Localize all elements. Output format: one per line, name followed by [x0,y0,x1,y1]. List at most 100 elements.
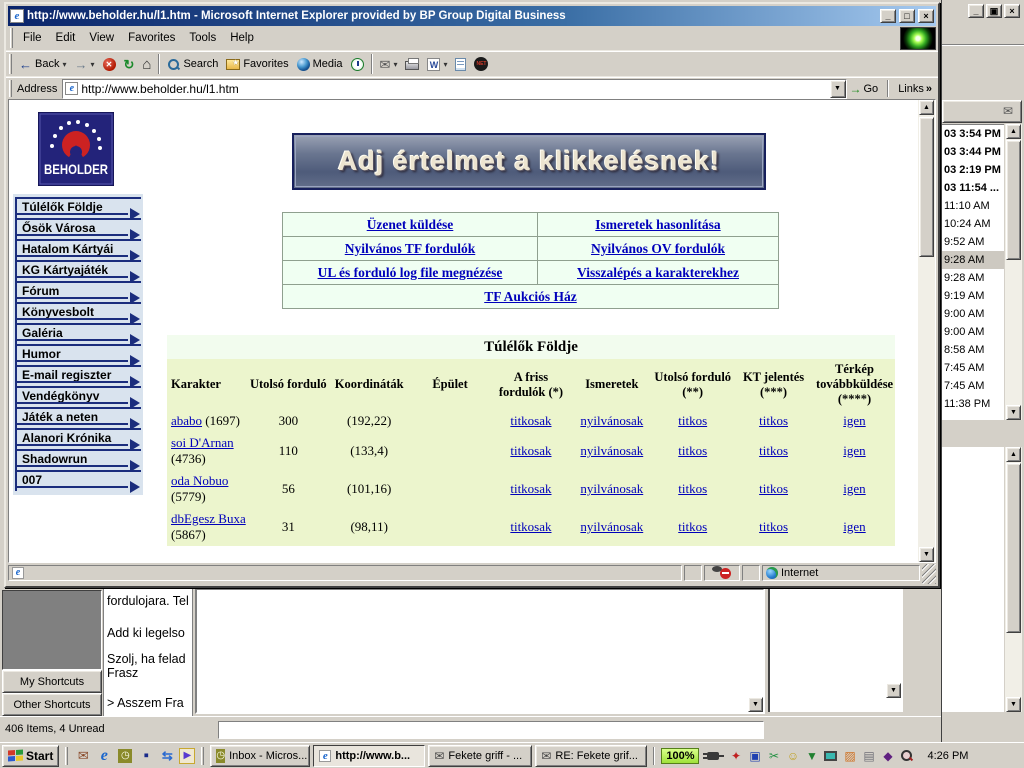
home-button[interactable]: ⌂ [138,56,155,73]
scroll-up-icon[interactable]: ▲ [919,100,934,115]
sidebar-item-jatek-a-neten[interactable]: Játék a neten [15,407,141,428]
sidebar-item-humor[interactable]: Humor [15,344,141,365]
media-button[interactable]: Media [293,56,347,73]
ad-banner[interactable]: Adj értelmet a klikkelésnek! [292,133,766,190]
chevron-down-icon[interactable]: ▾ [90,60,94,69]
address-input[interactable]: e http://www.beholder.hu/l1.htm ▼ [62,79,846,99]
fresh-turns-link[interactable]: titkosak [510,519,551,534]
list-item[interactable]: 10:24 AM [942,215,1004,233]
list-item[interactable]: 8:58 AM [942,341,1004,359]
map-forward-link[interactable]: igen [843,481,865,496]
link-nyilvanos-ov-fordulok[interactable]: Nyilvános OV fordulók [591,241,725,256]
task-button-ie-active[interactable]: e http://www.b... [313,745,425,767]
sidebar-item-tulelok-foldje[interactable]: Túlélők Földje [15,197,141,218]
toolbar-grip[interactable] [9,54,12,73]
sidebar-item-hatalom-kartyai[interactable]: Hatalom Kártyái [15,239,141,260]
quicklaunch-ie-icon[interactable]: e [95,747,113,765]
tray-scissors-icon[interactable]: ✂ [766,748,781,763]
ie-title-bar[interactable]: e http://www.beholder.hu/l1.htm - Micros… [8,6,936,26]
list-item[interactable]: 9:52 AM [942,233,1004,251]
minimize-button[interactable]: _ [880,9,896,23]
link-uzenet-kuldese[interactable]: Üzenet küldése [367,217,454,232]
tray-fan-icon[interactable]: ✦ [728,748,743,763]
character-link[interactable]: soi D'Arnan [171,435,234,450]
list-item-selected[interactable]: 9:28 AM [942,251,1004,269]
refresh-button[interactable]: ↻ [120,56,139,73]
list-item[interactable]: 9:28 AM [942,269,1004,287]
scroll-down-icon[interactable]: ▼ [1006,697,1021,712]
battery-meter[interactable]: 100% [661,748,699,764]
fresh-turns-link[interactable]: titkosak [510,481,551,496]
messenger-button[interactable]: NET [470,55,492,73]
address-url[interactable]: http://www.beholder.hu/l1.htm [81,82,826,96]
taskbar-grip[interactable] [201,747,204,765]
close-button[interactable]: × [1004,4,1020,18]
stop-button[interactable]: ✕ [99,56,120,73]
beholder-logo[interactable]: BEHOLDER [38,112,114,186]
chevrons-icon[interactable]: » [926,83,936,95]
list-item[interactable]: 9:19 AM [942,287,1004,305]
list-item[interactable]: 11:10 AM [942,197,1004,215]
quicklaunch-floppy-icon[interactable]: ▪ [137,747,155,765]
list-item[interactable]: 03 11:54 ... [942,179,1004,197]
sidebar-item-forum[interactable]: Fórum [15,281,141,302]
toolbar-grip[interactable] [10,28,13,47]
sidebar-item-007[interactable]: 007 [15,470,141,491]
quicklaunch-outlook-icon[interactable]: ◷ [116,747,134,765]
kt-report-link[interactable]: titkos [759,443,788,458]
link-ismeretek-hasonlitasa[interactable]: Ismeretek hasonlítása [595,217,720,232]
my-shortcuts-button[interactable]: My Shortcuts [2,670,102,693]
quick-link-cell[interactable]: UL és forduló log file megnézése [283,261,538,285]
links-label[interactable]: Links [892,83,926,95]
close-button[interactable]: × [918,9,934,23]
character-link[interactable]: oda Nobuo [171,473,228,488]
taskbar-clock[interactable]: 4:26 PM [927,750,968,762]
link-visszalepes-karakterekhez[interactable]: Visszalépés a karakterekhez [577,265,739,280]
last-turn-link[interactable]: titkos [678,443,707,458]
scroll-down-icon[interactable]: ▼ [748,697,763,712]
link-tf-aukcios-haz[interactable]: TF Aukciós Ház [484,289,577,304]
menu-favorites[interactable]: Favorites [121,29,182,47]
kt-report-link[interactable]: titkos [759,481,788,496]
tray-person-icon[interactable]: ☺ [785,748,800,763]
go-button[interactable]: → Go [847,81,885,97]
quicklaunch-media-player-icon[interactable]: ▶ [179,748,195,764]
chevron-down-icon[interactable]: ▾ [443,60,447,69]
link-ul-log-file[interactable]: UL és forduló log file megnézése [318,265,503,280]
sidebar-item-kg-kartyajatek[interactable]: KG Kártyajáték [15,260,141,281]
scroll-down-icon[interactable]: ▼ [886,683,901,698]
tray-magnifier-icon[interactable] [899,748,914,763]
start-button[interactable]: Start [2,745,59,767]
scroll-down-icon[interactable]: ▼ [1006,405,1021,420]
knowledge-link[interactable]: nyilvánosak [580,413,643,428]
sidebar-item-alanori-kronika[interactable]: Alanori Krónika [15,428,141,449]
quick-link-cell[interactable]: Nyilvános OV fordulók [538,237,779,261]
menu-tools[interactable]: Tools [182,29,223,47]
mail-button[interactable]: ✉ ▾ [376,56,402,73]
kt-report-link[interactable]: titkos [759,413,788,428]
list-item[interactable]: 9:00 AM [942,323,1004,341]
scroll-up-icon[interactable]: ▲ [1006,447,1021,462]
map-forward-link[interactable]: igen [843,413,865,428]
menu-edit[interactable]: Edit [49,29,83,47]
quicklaunch-mail-compose-icon[interactable]: ✉ [74,747,92,765]
resize-grip[interactable] [922,564,936,584]
chevron-down-icon[interactable]: ▾ [393,60,397,69]
message-list-column-header[interactable]: ✉ [942,100,1022,123]
task-button-re-fekete-griff[interactable]: ✉ RE: Fekete grif... [535,745,647,767]
tray-folder-icon[interactable]: ▨ [842,748,857,763]
sidebar-item-galeria[interactable]: Galéria [15,323,141,344]
task-button-inbox[interactable]: ◷ Inbox - Micros... [210,745,310,767]
sidebar-item-vendegkonyv[interactable]: Vendégkönyv [15,386,141,407]
tray-shield-icon[interactable]: ◆ [880,748,895,763]
list-item[interactable]: 03 3:44 PM [942,143,1004,161]
sidebar-item-shadowrun[interactable]: Shadowrun [15,449,141,470]
sidebar-item-osok-varosa[interactable]: Ősök Városa [15,218,141,239]
favorites-button[interactable]: Favorites [222,56,292,72]
character-link[interactable]: ababo [171,413,202,428]
edit-button[interactable]: W ▾ [423,56,451,73]
last-turn-link[interactable]: titkos [678,519,707,534]
toolbar-grip[interactable] [9,80,12,97]
scroll-up-icon[interactable]: ▲ [1006,124,1021,139]
map-forward-link[interactable]: igen [843,443,865,458]
